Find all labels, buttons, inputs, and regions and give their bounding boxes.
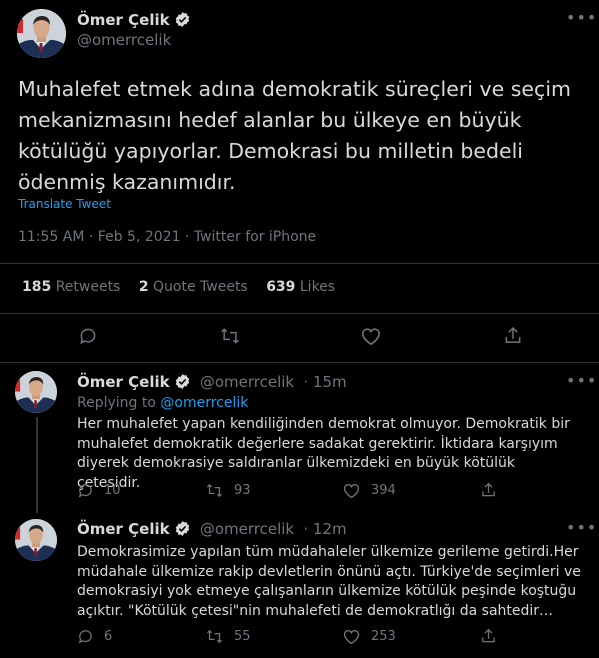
retweet-icon[interactable] [219,326,241,346]
reply-author-name-text[interactable]: Ömer Çelik [77,373,170,391]
avatar[interactable] [17,9,66,58]
author-name[interactable]: Ömer Çelik [77,11,191,32]
replying-to-label: Replying to [77,395,156,411]
reply-author-handle[interactable]: @omerrcelik [200,373,294,391]
like-icon[interactable]: 394 [342,482,396,499]
like-count: 394 [371,483,396,498]
retweets-count: 185 [22,279,52,295]
verified-badge-icon [174,11,191,32]
reply-author-name[interactable]: Ömer Çelik @omerrcelik · 12m [77,520,347,541]
reply-count: 10 [104,483,121,498]
thread-connector [36,417,38,513]
likes-count: 639 [266,279,296,295]
reply-count: 6 [104,629,113,644]
more-options-icon[interactable]: ••• [566,371,597,390]
reply-icon[interactable] [78,326,98,346]
tweet-text: Muhalefet etmek adına demokratik süreçle… [18,77,571,194]
author-name-text[interactable]: Ömer Çelik [77,11,170,29]
reply-author-name-text[interactable]: Ömer Çelik [77,520,170,538]
reply-text: Demokrasimize yapılan tüm müdahaleler ül… [77,544,581,619]
retweet-icon[interactable]: 55 [205,628,251,645]
tweet-meta: 11:55 AM · Feb 5, 2021 · Twitter for iPh… [18,229,317,245]
divider [0,263,599,264]
tweet-stats: 185 Retweets 2 Quote Tweets 639 Likes [22,279,349,295]
retweet-icon[interactable]: 93 [205,482,251,499]
more-options-icon[interactable]: ••• [566,8,597,27]
replying-to: Replying to @omerrcelik [77,395,248,411]
likes-label: Likes [299,279,336,295]
retweets-label: Retweets [55,279,121,295]
quote-tweets-label: Quote Tweets [153,279,248,295]
divider [0,313,599,314]
tweet-thread: Ömer Çelik @omerrcelik ••• Muhalefet etm… [0,0,599,658]
share-icon[interactable] [480,481,497,499]
retweet-count: 55 [234,629,251,644]
more-options-icon[interactable]: ••• [566,518,597,537]
like-count: 253 [371,629,396,644]
reply-time[interactable]: · 12m [303,520,346,538]
reply-time[interactable]: · 15m [303,373,346,391]
likes-stat[interactable]: 639 Likes [266,279,335,295]
retweet-count: 93 [234,483,251,498]
reply-icon[interactable]: 6 [77,628,112,645]
like-icon[interactable]: 253 [342,628,396,645]
retweets-stat[interactable]: 185 Retweets [22,279,120,295]
divider [0,362,599,363]
share-icon[interactable] [503,325,523,346]
reply-author-handle[interactable]: @omerrcelik [200,520,294,538]
reply-text: Her muhalefet yapan kendiliğinden demokr… [77,416,570,491]
verified-badge-icon [174,373,191,394]
reply-icon[interactable]: 10 [77,482,121,499]
share-icon[interactable] [480,627,497,645]
avatar[interactable] [15,519,57,561]
like-icon[interactable] [360,326,382,346]
quote-tweets-count: 2 [138,279,149,295]
translate-tweet-link[interactable]: Translate Tweet [18,197,111,211]
avatar[interactable] [15,371,57,413]
replying-to-handle[interactable]: @omerrcelik [160,395,248,411]
author-handle[interactable]: @omerrcelik [77,31,171,49]
verified-badge-icon [174,520,191,541]
reply-author-name[interactable]: Ömer Çelik @omerrcelik · 15m [77,373,347,394]
quote-tweets-stat[interactable]: 2 Quote Tweets [139,279,248,295]
